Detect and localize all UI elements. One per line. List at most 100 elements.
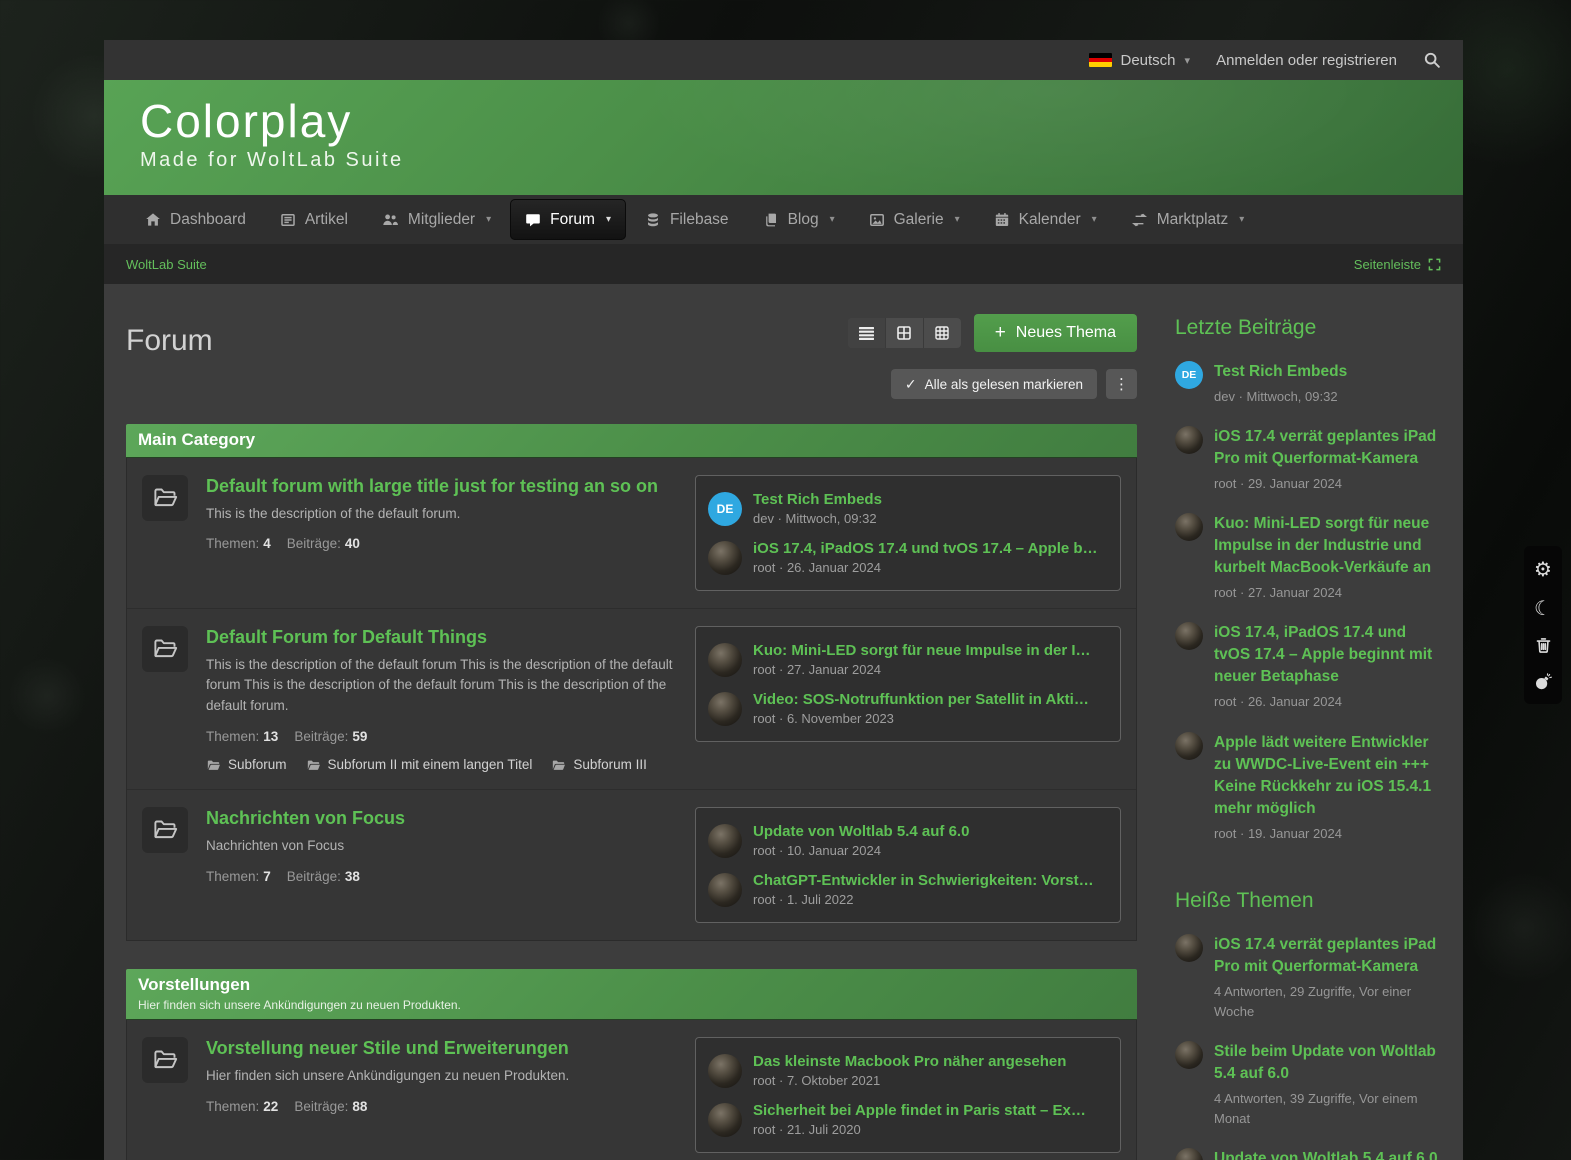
content-area: Forum — [104, 284, 1463, 1160]
post-link[interactable]: iOS 17.4 verrät geplantes iPad Pro mit Q… — [1214, 934, 1443, 978]
nav-label: Filebase — [670, 211, 729, 229]
forum-info: Default Forum for Default Things This is… — [188, 626, 695, 772]
moon-icon[interactable]: ☾ — [1534, 598, 1552, 618]
breadcrumb[interactable]: WoltLab Suite — [126, 257, 207, 272]
nav-item-forum[interactable]: Forum ▾ — [510, 199, 626, 240]
post-meta: root · 26. Januar 2024 — [753, 560, 1108, 575]
chevron-down-icon: ▾ — [486, 214, 491, 225]
post-link[interactable]: Apple lädt weitere Entwickler zu WWDC-Li… — [1214, 732, 1443, 820]
news-icon — [280, 212, 296, 228]
post-link[interactable]: Kuo: Mini-LED sorgt für neue Impulse in … — [753, 642, 1108, 659]
posts-label: Beiträge: — [287, 869, 341, 884]
list-item: iOS 17.4 verrät geplantes iPad Pro mit Q… — [1175, 426, 1443, 494]
post-meta: root · 26. Januar 2024 — [1214, 692, 1443, 712]
avatar[interactable] — [708, 643, 742, 677]
search-icon[interactable] — [1423, 51, 1441, 69]
avatar[interactable] — [708, 873, 742, 907]
post-link[interactable]: Update von Woltlab 5.4 auf 6.0 — [753, 823, 1108, 840]
post-link[interactable]: iOS 17.4, iPadOS 17.4 und tvOS 17.4 – Ap… — [753, 540, 1108, 557]
post-link[interactable]: iOS 17.4 verrät geplantes iPad Pro mit Q… — [1214, 426, 1443, 470]
post-link[interactable]: Sicherheit bei Apple findet in Paris sta… — [753, 1102, 1108, 1119]
forum-link[interactable]: Default forum with large title just for … — [206, 475, 677, 498]
subforum-link[interactable]: Subforum II mit einem langen Titel — [306, 757, 533, 772]
forum-info: Vorstellung neuer Stile und Erweiterunge… — [188, 1037, 695, 1113]
nav-item-galerie[interactable]: Galerie ▾ — [854, 195, 975, 244]
nav-item-artikel[interactable]: Artikel — [265, 195, 363, 244]
plus-icon: + — [995, 322, 1006, 344]
posts-label: Beiträge: — [294, 729, 348, 744]
language-selector[interactable]: Deutsch ▾ — [1089, 52, 1191, 69]
topics-count: 7 — [263, 869, 271, 884]
post-link[interactable]: ChatGPT-Entwickler in Schwierigkeiten: V… — [753, 872, 1108, 889]
nav-item-kalender[interactable]: Kalender ▾ — [979, 195, 1112, 244]
login-link[interactable]: Anmelden oder registrieren — [1216, 52, 1397, 69]
post-link[interactable]: Video: SOS-Notruffunktion per Satellit i… — [753, 691, 1108, 708]
logo-tagline: Made for WoltLab Suite — [140, 149, 404, 172]
avatar[interactable]: DE — [1175, 361, 1203, 389]
avatar[interactable] — [1175, 426, 1203, 454]
bomb-icon[interactable] — [1534, 673, 1552, 691]
forum-link[interactable]: Nachrichten von Focus — [206, 807, 677, 830]
view-switcher — [848, 318, 961, 348]
view-grid-dense-button[interactable] — [924, 318, 961, 348]
nav-item-dashboard[interactable]: Dashboard — [130, 195, 261, 244]
latest-post: Update von Woltlab 5.4 auf 6.0 root · 10… — [708, 816, 1108, 865]
calendar-icon — [994, 212, 1010, 228]
forum-link[interactable]: Vorstellung neuer Stile und Erweiterunge… — [206, 1037, 677, 1060]
view-list-button[interactable] — [848, 318, 886, 348]
category-header: Vorstellungen Hier finden sich unsere An… — [126, 969, 1137, 1020]
subforum-label: Subforum III — [573, 757, 647, 772]
latest-posts-box: Kuo: Mini-LED sorgt für neue Impulse in … — [695, 626, 1121, 742]
expand-icon — [1428, 258, 1441, 271]
posts-count: 88 — [352, 1099, 367, 1114]
post-link[interactable]: Das kleinste Macbook Pro näher angesehen — [753, 1053, 1108, 1070]
vertical-dots-icon: ⋮ — [1114, 375, 1129, 393]
category-body: Default forum with large title just for … — [126, 458, 1137, 941]
avatar[interactable] — [708, 541, 742, 575]
latest-post: Sicherheit bei Apple findet in Paris sta… — [708, 1095, 1108, 1144]
sidebar-toggle[interactable]: Seitenleiste — [1354, 257, 1441, 272]
post-link[interactable]: Test Rich Embeds — [1214, 361, 1443, 383]
avatar[interactable] — [1175, 622, 1203, 650]
latest-post: DE Test Rich Embeds dev · Mittwoch, 09:3… — [708, 484, 1108, 533]
logo-text: Colorplay — [140, 96, 404, 147]
view-grid-button[interactable] — [886, 318, 924, 348]
avatar[interactable] — [708, 1103, 742, 1137]
trash-icon[interactable] — [1535, 637, 1552, 654]
avatar[interactable] — [708, 692, 742, 726]
new-topic-button[interactable]: + Neues Thema — [974, 314, 1137, 352]
avatar[interactable] — [1175, 934, 1203, 962]
site-logo[interactable]: Colorplay Made for WoltLab Suite — [140, 96, 404, 172]
post-link[interactable]: Update von Woltlab 5.4 auf 6.0 — [1214, 1148, 1443, 1160]
home-icon — [145, 212, 161, 228]
nav-item-mitglieder[interactable]: Mitglieder ▾ — [367, 195, 506, 244]
topics-count: 13 — [263, 729, 278, 744]
topics-count: 22 — [263, 1099, 278, 1114]
chevron-down-icon: ▾ — [955, 214, 960, 225]
post-link[interactable]: iOS 17.4, iPadOS 17.4 und tvOS 17.4 – Ap… — [1214, 622, 1443, 688]
forum-info: Default forum with large title just for … — [188, 475, 695, 551]
avatar[interactable]: DE — [708, 492, 742, 526]
post-link[interactable]: Stile beim Update von Woltlab 5.4 auf 6.… — [1214, 1041, 1443, 1085]
avatar[interactable] — [708, 824, 742, 858]
nav-item-marktplatz[interactable]: Marktplatz ▾ — [1116, 195, 1260, 244]
forum-link[interactable]: Default Forum for Default Things — [206, 626, 677, 649]
nav-item-blog[interactable]: Blog ▾ — [748, 195, 850, 244]
more-options-button[interactable]: ⋮ — [1106, 369, 1137, 399]
avatar[interactable] — [1175, 732, 1203, 760]
subforum-link[interactable]: Subforum — [206, 757, 287, 772]
mark-all-read-button[interactable]: ✓ Alle als gelesen markieren — [891, 369, 1097, 399]
post-link[interactable]: Test Rich Embeds — [753, 491, 1108, 508]
subforum-link[interactable]: Subforum III — [551, 757, 647, 772]
post-meta: root · 1. Juli 2022 — [753, 892, 1108, 907]
check-icon: ✓ — [905, 376, 917, 393]
nav-item-filebase[interactable]: Filebase — [630, 195, 744, 244]
avatar[interactable] — [1175, 1041, 1203, 1069]
nav-label: Dashboard — [170, 211, 246, 229]
avatar[interactable] — [708, 1054, 742, 1088]
gear-icon[interactable]: ⚙ — [1534, 559, 1552, 579]
avatar[interactable] — [1175, 513, 1203, 541]
avatar[interactable] — [1175, 1148, 1203, 1160]
folder-open-icon — [142, 626, 188, 672]
post-link[interactable]: Kuo: Mini-LED sorgt für neue Impulse in … — [1214, 513, 1443, 579]
